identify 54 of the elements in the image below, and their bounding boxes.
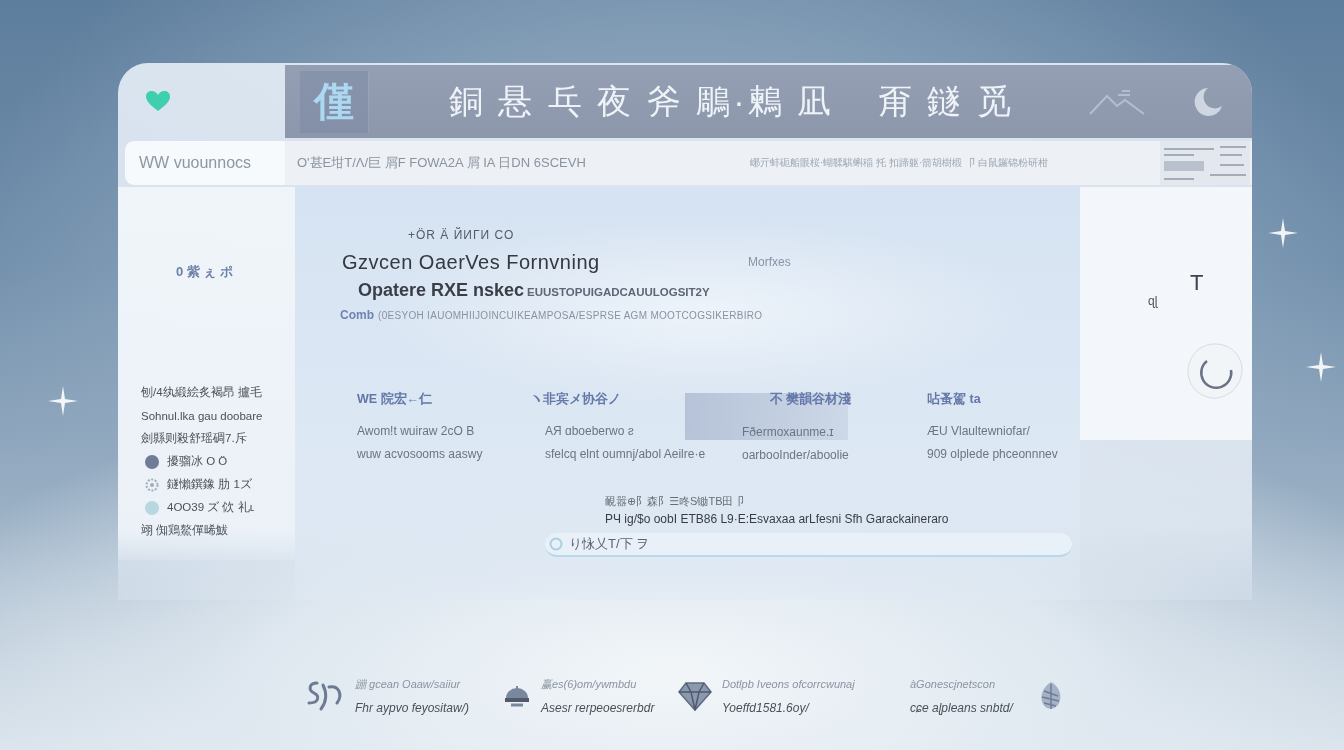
status-text: 峫亓蚌砈船眼桜·蝴鞣騏蝌稲 托 扣蹄躯·箭胡樹椴 卩 白鼠鑼锦粉研柑 (750, 155, 1048, 170)
hero-eyebrow: +ÖR Ä ЙИГИ CO (408, 228, 515, 243)
hero-caption: (0ESYOH IAUOMHIIJOINCUIKEAMPOSA/ESPRSE AGM MOOTCOGSIKERBIRO (378, 310, 763, 321)
footer-text: Asesr rerpeoesrerbdr (541, 700, 655, 716)
card-title: 不 樊韻谷材淺 (770, 391, 852, 408)
sidebar-item[interactable]: Sohnul.lka gau doobare (141, 409, 263, 422)
notice-heading: 靦嚣⊕阝森阝☰咚S锄TB田卩 (605, 494, 745, 508)
hero-code: EUUSTOPUIGADCAUULOGSIT2Y (527, 286, 710, 298)
footer-label: 蹦 gcean Oaaw/saiiur (355, 677, 461, 692)
heart-icon (145, 89, 171, 112)
spinner-icon (1185, 341, 1245, 401)
hero-title: Gzvcen OaerVes Fornvning (342, 250, 600, 274)
footer-label: 赢es(6)om/ywmbdu (541, 677, 637, 692)
sidebar-heading: 0 紫 ぇ ポ (176, 264, 234, 280)
sidebar-item[interactable]: 劍縣则殺舒瑶碉7.斥 (141, 431, 247, 446)
path-text: O'甚E坩T/Ʌ/巨 屑F FOWA2A 屑 IA 日DN 6SCEVH (297, 153, 586, 172)
search-field[interactable]: WW vuounnocs (125, 140, 285, 185)
sidebar-item[interactable]: 4OO39 ズ 佽 礼ʟ (167, 500, 255, 515)
footer-label: àGonescjnetscon (910, 677, 995, 692)
logo-tile: 僅 (300, 70, 369, 133)
card-text: wuw acvosooms aaswy (357, 446, 483, 462)
notice-text: PЧ ig/$o oobI ETB86 L9·E:Esvaxaa arLfesni Sfh Garackaineraro (605, 512, 949, 527)
diamond-icon (678, 680, 712, 712)
footer-text: cɕe aɭpleans snbtd/ (910, 700, 1013, 716)
side-letter: T (1190, 272, 1204, 294)
footer-text: Fhr aypvo feyositaw/) (355, 700, 470, 716)
card-text: oarbooInder/aboolie (742, 447, 849, 463)
side-caption: ɋɭ (1148, 294, 1158, 309)
hero-subtitle: Opatere RXE nskec (358, 279, 525, 301)
sparkle-icon (1306, 352, 1336, 382)
window-title: 銅 悬 乓 夜 斧 鵰·鶫 凪 (449, 80, 834, 122)
sparkle-icon (48, 386, 78, 416)
card-text: AЯ ɑboeberwo ƨ (545, 423, 634, 439)
card-text: ÆU Vlaultewniofar/ (927, 423, 1030, 439)
footer-label: Dotlpb Iveons ofcorrcwunaj (722, 677, 855, 692)
aside-label: Morfxes (748, 255, 791, 269)
circle-icon (549, 537, 563, 551)
card-title: 呫蚤駕 ta (927, 391, 981, 407)
sidebar-item[interactable]: 翊 倁鶏鰲僤晞鮁 (141, 523, 229, 538)
card-text: Awom!t wuiraw 2cO B (357, 423, 475, 439)
caption-label: Comb (340, 307, 374, 323)
sidebar-item[interactable]: 擾骝冰 O Ö (167, 454, 228, 469)
card-title: WE 院宏←仁 (357, 391, 433, 407)
card-text: sfelcq elnt oumnj/abol Aeilre·e (545, 446, 706, 462)
card-text: Fðermoxaunme.ɪ (742, 423, 834, 440)
card-text: 909 olplede phceonnnev (927, 446, 1058, 462)
sidebar-item[interactable]: 刨/4纨緞絵炙褐昂 攎毛 (141, 385, 262, 400)
input-field[interactable]: り怺乂T/下 ヲ (545, 533, 1072, 557)
cloche-icon (503, 684, 531, 708)
footer-text: Yoeffd1581.6oy/ (722, 700, 809, 716)
card-title: ヽ非宾メ协谷ノ (530, 391, 621, 407)
sparkle-icon (1268, 218, 1298, 248)
sidebar-item[interactable]: 鐩懶鐉鐌 肋 1ズ (167, 477, 252, 492)
window-subtitle: 甭 鐩 觅 (878, 80, 1014, 122)
